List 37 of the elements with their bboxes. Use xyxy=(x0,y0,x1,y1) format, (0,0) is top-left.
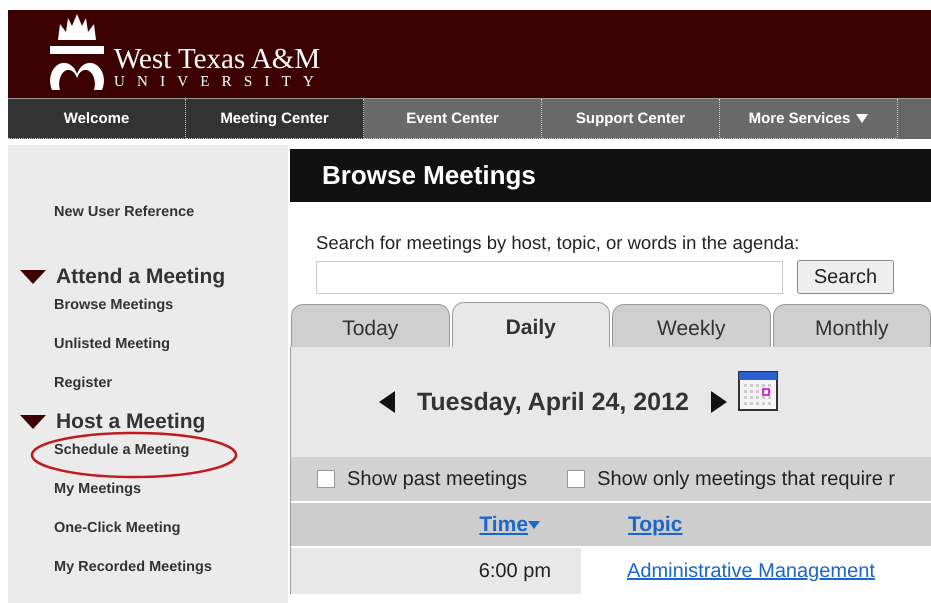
checkbox-label: Show past meetings xyxy=(347,468,528,490)
search-field[interactable] xyxy=(316,260,783,294)
date-label: Tuesday, April 24, 2012 xyxy=(417,388,689,416)
sidebar-link[interactable]: Unlisted Meeting xyxy=(54,336,170,352)
next-icon[interactable] xyxy=(710,391,727,413)
page-title: Browse Meetings xyxy=(290,149,931,202)
logo-subtitle: UNIVERSITY xyxy=(114,74,326,90)
view-tab[interactable]: Today xyxy=(291,304,450,347)
previous-icon[interactable] xyxy=(379,391,395,413)
triangle-icon[interactable] xyxy=(20,270,46,284)
nav-tab[interactable]: More Services xyxy=(720,99,898,139)
logo-name: West Texas A&M xyxy=(114,44,322,74)
sidebar-link[interactable]: New User Reference xyxy=(54,204,194,220)
nav-tab[interactable]: Meeting Center xyxy=(186,99,364,139)
checkbox[interactable] xyxy=(567,470,586,488)
checkbox-label: Show only meetings that require r xyxy=(597,468,896,490)
triangle-icon[interactable] xyxy=(20,415,46,429)
sidebar-link[interactable]: Register xyxy=(54,375,112,391)
nav-tab[interactable]: Welcome xyxy=(8,99,186,139)
nav-tab[interactable]: Support Center xyxy=(542,99,720,139)
nav-tab[interactable]: Event Center xyxy=(364,99,542,139)
section-heading: Attend a Meeting xyxy=(56,265,226,289)
sidebar-link[interactable]: One-Click Meeting xyxy=(54,520,180,536)
section-heading: Host a Meeting xyxy=(56,410,206,434)
checkbox[interactable] xyxy=(317,470,335,488)
search-label: Search for meetings by host, topic, or words in the agenda: xyxy=(316,232,800,254)
sidebar-link[interactable]: My Meetings xyxy=(54,481,142,497)
view-tab[interactable]: Monthly xyxy=(772,304,931,347)
caret-icon xyxy=(856,114,868,123)
view-tab[interactable]: Weekly xyxy=(612,304,770,347)
view-tab[interactable]: Daily xyxy=(452,302,610,347)
sidebar-link[interactable]: Browse Meetings xyxy=(54,297,174,313)
sidebar-link[interactable]: My Recorded Meetings xyxy=(54,559,212,575)
time-cell-text: 6:00 pm xyxy=(478,559,552,584)
calendar-icon[interactable] xyxy=(736,370,779,412)
sort-icon xyxy=(528,520,540,528)
search-button[interactable]: Search xyxy=(797,260,894,294)
